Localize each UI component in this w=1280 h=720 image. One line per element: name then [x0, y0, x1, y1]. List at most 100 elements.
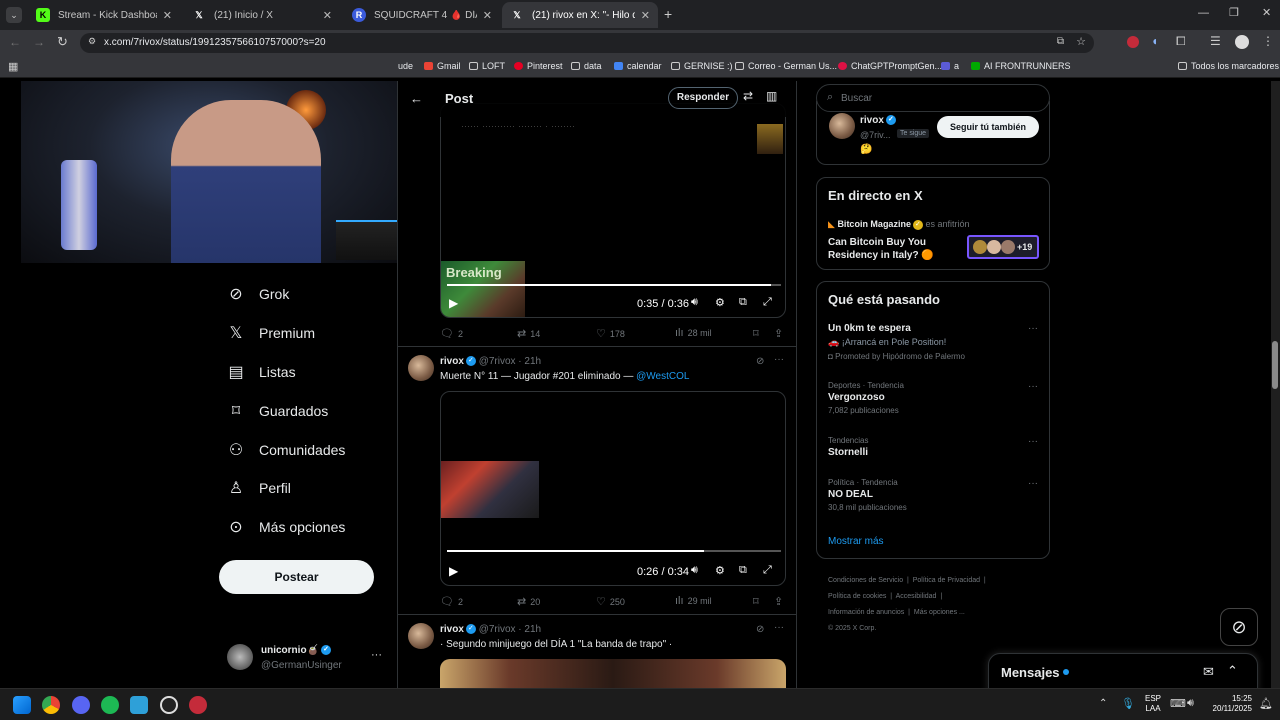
post-more-icon[interactable]: ···: [774, 354, 784, 365]
install-icon[interactable]: ⧉: [1057, 36, 1064, 47]
bookmark-partial[interactable]: ude: [398, 61, 413, 71]
live-host[interactable]: ◣ Bitcoin Magazine ✓ es anfitrión: [828, 219, 970, 230]
bookmark-ai-frontrunners[interactable]: AI FRONTRUNNERS: [971, 61, 1071, 71]
trend-more-icon[interactable]: ···: [1028, 381, 1038, 392]
extensions-icon[interactable]: ⧠: [1176, 34, 1186, 49]
views-action[interactable]: ılı 29 mil: [675, 595, 712, 607]
post-image[interactable]: [440, 659, 786, 688]
share-action[interactable]: ⇪: [774, 327, 787, 340]
author-handle[interactable]: @7rivox: [479, 356, 516, 367]
trend-item[interactable]: Tendencias Stornelli ···: [828, 436, 1038, 464]
notifications-icon[interactable]: 🔔︎: [1259, 697, 1273, 710]
footer-link[interactable]: Información de anuncios: [828, 609, 904, 616]
bookmark-pinterest[interactable]: Pinterest: [514, 61, 563, 71]
extension-record-icon[interactable]: [1127, 36, 1139, 48]
bookmark-correo[interactable]: Correo - German Us...: [735, 61, 837, 71]
nav-item-comunidades[interactable]: ⚇ Comunidades: [227, 435, 346, 465]
post-button[interactable]: Postear: [219, 560, 374, 594]
bookmark-gmail[interactable]: Gmail: [424, 61, 461, 71]
window-close-icon[interactable]: ✕: [1262, 6, 1271, 19]
expand-icon[interactable]: ⌃: [1227, 663, 1238, 679]
settings-icon[interactable]: ⚙: [715, 564, 725, 577]
chrome-icon[interactable]: [42, 696, 60, 714]
video-progress-track[interactable]: [447, 284, 781, 286]
author-name[interactable]: rivox: [440, 624, 464, 635]
share-action[interactable]: ⇪: [774, 595, 787, 608]
repost-action[interactable]: ⇄ 20: [517, 595, 540, 608]
windows-start-icon[interactable]: [13, 696, 31, 714]
reply-button[interactable]: Responder: [668, 87, 738, 109]
trend-more-icon[interactable]: ···: [1028, 436, 1038, 447]
tab-search-button[interactable]: ⌄: [6, 7, 22, 23]
bookmark-calendar[interactable]: calendar: [614, 61, 662, 71]
reply-action[interactable]: 🗨︎ 2: [440, 595, 463, 608]
close-icon[interactable]: ✕: [483, 9, 492, 22]
notes-icon[interactable]: [130, 696, 148, 714]
new-message-icon[interactable]: ✉: [1203, 664, 1214, 680]
avatar[interactable]: [408, 623, 434, 649]
nav-item-listas[interactable]: ▤ Listas: [227, 357, 295, 387]
show-more-link[interactable]: Mostrar más: [828, 536, 884, 547]
forward-icon[interactable]: →: [33, 35, 45, 49]
reader-view-icon[interactable]: ▥: [766, 89, 777, 103]
follow-back-button[interactable]: Seguir tú también: [937, 116, 1039, 138]
bookmark-action[interactable]: ⌑: [753, 327, 763, 340]
play-icon[interactable]: ▶: [449, 296, 458, 310]
extension-audio-icon[interactable]: ◖: [1151, 34, 1158, 48]
nav-item-premium[interactable]: 𝕏 Premium: [227, 318, 315, 348]
site-info-icon[interactable]: ⚙: [88, 36, 96, 47]
volume-icon[interactable]: 🔊︎: [691, 296, 698, 309]
reply-action[interactable]: 🗨︎ 2: [440, 327, 463, 340]
nav-item-grok[interactable]: ⊘ Grok: [227, 279, 289, 309]
back-arrow-icon[interactable]: ←: [410, 91, 423, 106]
views-action[interactable]: ılı 28 mil: [675, 327, 712, 339]
trend-item[interactable]: Un 0km te espera 🚗 ¡Arrancá en Pole Posi…: [828, 323, 1038, 368]
bookmark-star-icon[interactable]: ☆: [1076, 35, 1086, 48]
volume-icon[interactable]: 🔊︎: [691, 564, 698, 577]
microphone-icon[interactable]: 🎙︎: [1121, 697, 1135, 710]
mention-link[interactable]: @WestCOL: [636, 371, 689, 382]
profile-avatar-icon[interactable]: [1235, 35, 1249, 49]
grok-icon[interactable]: ⊘: [756, 356, 764, 367]
browser-tab-rivox[interactable]: 𝕏 (21) rivox en X: "- Hilo de las mu ✕: [502, 2, 658, 28]
close-icon[interactable]: ✕: [641, 9, 650, 22]
follow-handle[interactable]: @7riv...: [860, 130, 890, 140]
speaker-icon[interactable]: 🔊︎: [1187, 697, 1194, 710]
nav-item-mas-opciones[interactable]: ⊙ Más opciones: [227, 512, 345, 542]
footer-link[interactable]: Accesibilidad: [896, 593, 937, 600]
video-progress-track[interactable]: [447, 550, 781, 552]
footer-link[interactable]: Política de Privacidad: [913, 577, 980, 584]
browser-menu-icon[interactable]: ⋮: [1262, 34, 1274, 48]
bookmark-action[interactable]: ⌑: [753, 595, 763, 608]
bookmark-all[interactable]: Todos los marcadores: [1178, 61, 1279, 71]
pip-icon[interactable]: ⧉: [739, 296, 747, 309]
footer-link[interactable]: Más opciones ...: [914, 609, 965, 616]
new-tab-button[interactable]: +: [664, 6, 672, 22]
reload-icon[interactable]: ↻: [57, 34, 68, 50]
bookmark-gernise[interactable]: GERNISE :): [671, 61, 733, 71]
browser-tab-kick[interactable]: K Stream - Kick Dashboard ✕: [28, 2, 180, 28]
bookmark-a[interactable]: a: [941, 61, 959, 71]
author-name[interactable]: rivox: [440, 356, 464, 367]
reading-list-icon[interactable]: ☰: [1210, 34, 1221, 48]
post-more-icon[interactable]: ···: [774, 622, 784, 633]
bookmark-loft[interactable]: LOFT: [469, 61, 505, 71]
play-icon[interactable]: ▶: [449, 564, 458, 578]
messages-drawer[interactable]: Mensajes ✉ ⌃: [988, 653, 1258, 688]
browser-tab-squidcraft[interactable]: R SQUIDCRAFT 4 🩸 DÍA 2 🩸 - ✕: [344, 2, 500, 28]
avatar[interactable]: [829, 113, 855, 139]
nav-item-perfil[interactable]: ♙ Perfil: [227, 473, 291, 503]
live-title[interactable]: Can Bitcoin Buy You Residency in Italy? …: [828, 236, 958, 262]
footer-link[interactable]: Política de cookies: [828, 593, 886, 600]
tray-overflow-icon[interactable]: ⌃: [1099, 698, 1107, 709]
bookmark-data[interactable]: data: [571, 61, 602, 71]
trend-item[interactable]: Política · Tendencia NO DEAL 30,8 mil pu…: [828, 478, 1038, 518]
clock[interactable]: 15:25 20/11/2025: [1207, 694, 1252, 714]
trend-item[interactable]: Deportes · Tendencia Vergonzoso 7,082 pu…: [828, 381, 1038, 421]
nav-item-guardados[interactable]: ⌑ Guardados: [227, 396, 328, 426]
live-participants[interactable]: +19: [967, 235, 1039, 259]
post-age[interactable]: 21h: [524, 356, 541, 367]
scrollbar-thumb[interactable]: [1272, 341, 1278, 389]
avatar[interactable]: [408, 355, 434, 381]
grok-icon[interactable]: ⊘: [756, 624, 764, 635]
